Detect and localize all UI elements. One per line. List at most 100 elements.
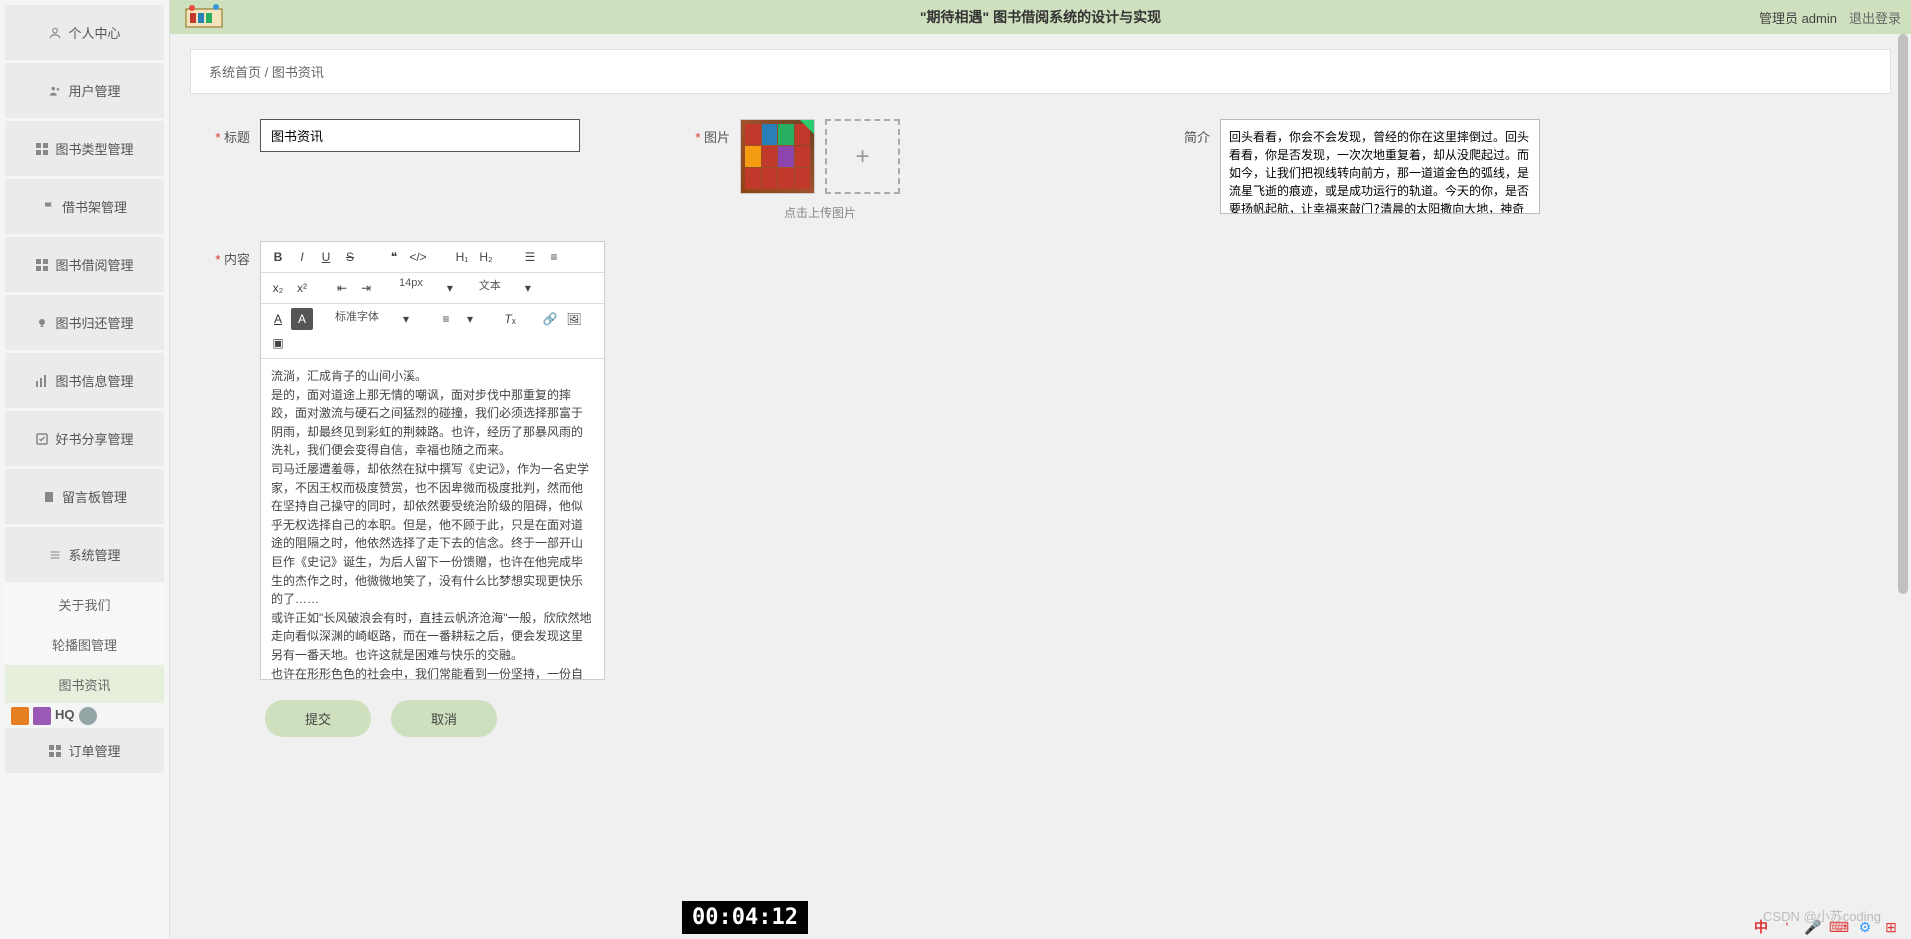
title-label: 标题 xyxy=(190,119,250,146)
punct-icon[interactable]: ' xyxy=(1777,917,1797,937)
brief-textarea[interactable] xyxy=(1220,119,1540,214)
grid-icon xyxy=(48,744,62,758)
sidebar-item-users[interactable]: 用户管理 xyxy=(5,63,164,118)
sidebar-item-return[interactable]: 图书归还管理 xyxy=(5,295,164,350)
user-icon xyxy=(48,26,62,40)
sub-icon[interactable]: x₂ xyxy=(267,277,289,299)
sidebar-item-message[interactable]: 留言板管理 xyxy=(5,469,164,524)
chart-icon xyxy=(35,374,49,388)
sidebar-label: 用户管理 xyxy=(68,81,120,100)
image-icon[interactable]: 🖼 xyxy=(563,308,585,330)
settings-icon[interactable]: ⚙ xyxy=(1855,917,1875,937)
color-icon[interactable]: A xyxy=(267,308,289,330)
breadcrumb-home[interactable]: 系统首页 xyxy=(209,65,261,80)
code-icon[interactable]: </> xyxy=(407,246,429,268)
admin-label[interactable]: 管理员 admin xyxy=(1759,8,1837,27)
align-icon[interactable]: ≡ xyxy=(435,308,457,330)
brief-label: 简介 xyxy=(1150,119,1210,146)
task-app-icon: HQ xyxy=(55,707,75,723)
check-icon xyxy=(35,432,49,446)
sidebar: 个人中心 用户管理 图书类型管理 借书架管理 图书借阅管理 图书归还管理 图书信… xyxy=(0,0,170,939)
sidebar-sub-about[interactable]: 关于我们 xyxy=(5,585,164,623)
doc-icon xyxy=(42,490,56,504)
grid-icon xyxy=(35,258,49,272)
video-icon[interactable]: ▣ xyxy=(267,332,289,354)
sidebar-label: 系统管理 xyxy=(68,545,120,564)
chevron-down-icon: ▾ xyxy=(439,277,461,299)
scrollbar-thumb[interactable] xyxy=(1898,34,1908,594)
sidebar-item-shelf[interactable]: 借书架管理 xyxy=(5,179,164,234)
mic-icon[interactable]: 🎤 xyxy=(1803,917,1823,937)
system-tray: 中 ' 🎤 ⌨ ⚙ ⊞ xyxy=(1751,917,1901,937)
ul-icon[interactable]: ≡ xyxy=(543,246,565,268)
sidebar-item-booktype[interactable]: 图书类型管理 xyxy=(5,121,164,176)
image-thumbnail[interactable] xyxy=(740,119,815,194)
sidebar-label: 图书借阅管理 xyxy=(55,255,133,274)
editor-content[interactable]: 流淌，汇成肯子的山间小溪。 是的，面对道途上那无情的嘲讽，面对步伐中那重复的摔跤… xyxy=(261,359,604,679)
sidebar-label: 订单管理 xyxy=(68,741,120,760)
submit-button[interactable]: 提交 xyxy=(265,700,371,737)
title-input[interactable] xyxy=(260,119,580,152)
ime-icon[interactable]: 中 xyxy=(1751,917,1771,937)
sidebar-label: 个人中心 xyxy=(68,23,120,42)
clear-icon[interactable]: Tₓ xyxy=(499,308,521,330)
sidebar-item-borrow[interactable]: 图书借阅管理 xyxy=(5,237,164,292)
sidebar-item-share[interactable]: 好书分享管理 xyxy=(5,411,164,466)
chevron-down-icon: ▾ xyxy=(395,308,417,330)
strike-icon[interactable]: S xyxy=(339,246,361,268)
sidebar-sub-booknews[interactable]: 图书资讯 xyxy=(5,665,164,703)
sidebar-sub-carousel[interactable]: 轮播图管理 xyxy=(5,625,164,663)
users-icon xyxy=(48,84,62,98)
grid-icon xyxy=(35,142,49,156)
task-app-icon xyxy=(79,707,97,725)
sup-icon[interactable]: x² xyxy=(291,277,313,299)
size-select[interactable]: 14px xyxy=(395,277,437,299)
cancel-button[interactable]: 取消 xyxy=(391,700,497,737)
grid-tray-icon[interactable]: ⊞ xyxy=(1881,917,1901,937)
h1-icon[interactable]: H₁ xyxy=(451,246,473,268)
task-app-icon xyxy=(11,707,29,725)
sidebar-item-bookinfo[interactable]: 图书信息管理 xyxy=(5,353,164,408)
indent-icon[interactable]: ⇥ xyxy=(355,277,377,299)
text-select[interactable]: 文本 xyxy=(475,277,515,299)
menu-icon xyxy=(48,548,62,562)
topbar: "期待相遇" 图书借阅系统的设计与实现 管理员 admin 退出登录 xyxy=(170,0,1911,34)
sidebar-label: 留言板管理 xyxy=(62,487,127,506)
breadcrumb-current: 图书资讯 xyxy=(272,65,324,80)
outdent-icon[interactable]: ⇤ xyxy=(331,277,353,299)
plus-icon: + xyxy=(855,143,869,171)
ol-icon[interactable]: ☰ xyxy=(519,246,541,268)
content-label: 内容 xyxy=(190,241,250,268)
keyboard-icon[interactable]: ⌨ xyxy=(1829,917,1849,937)
sidebar-item-personal[interactable]: 个人中心 xyxy=(5,5,164,60)
timer-overlay: 00:04:12 xyxy=(682,901,808,934)
sidebar-item-orders[interactable]: 订单管理 xyxy=(5,728,164,773)
logo-icon xyxy=(180,2,228,32)
breadcrumb: 系统首页 / 图书资讯 xyxy=(190,49,1891,94)
font-select[interactable]: 标准字体 xyxy=(331,308,393,330)
scrollbar[interactable] xyxy=(1896,34,1910,939)
upload-hint: 点击上传图片 xyxy=(784,204,856,221)
logout-link[interactable]: 退出登录 xyxy=(1849,8,1901,27)
bold-icon[interactable]: B xyxy=(267,246,289,268)
editor-toolbar: B I U S ❝ </> H₁ H₂ ☰ ≡ xyxy=(261,242,604,273)
add-image-button[interactable]: + xyxy=(825,119,900,194)
bgcolor-icon[interactable]: A xyxy=(291,308,313,330)
image-label: 图片 xyxy=(670,119,730,146)
sidebar-item-system[interactable]: 系统管理 xyxy=(5,527,164,582)
editor-toolbar2: x₂ x² ⇤ ⇥ 14px ▾ 文本 ▾ xyxy=(261,273,604,304)
h2-icon[interactable]: H₂ xyxy=(475,246,497,268)
task-app-icon xyxy=(33,707,51,725)
chevron-down-icon: ▾ xyxy=(517,277,539,299)
link-icon[interactable]: 🔗 xyxy=(539,308,561,330)
flag-icon xyxy=(42,200,56,214)
sidebar-label: 图书类型管理 xyxy=(55,139,133,158)
quote-icon[interactable]: ❝ xyxy=(383,246,405,268)
bulb-icon xyxy=(35,316,49,330)
sidebar-label: 图书归还管理 xyxy=(55,313,133,332)
underline-icon[interactable]: U xyxy=(315,246,337,268)
italic-icon[interactable]: I xyxy=(291,246,313,268)
sidebar-label: 好书分享管理 xyxy=(55,429,133,448)
rich-editor: B I U S ❝ </> H₁ H₂ ☰ ≡ xyxy=(260,241,605,680)
editor-toolbar3: A A 标准字体 ▾ ≡ ▾ Tₓ 🔗 🖼 xyxy=(261,304,604,359)
